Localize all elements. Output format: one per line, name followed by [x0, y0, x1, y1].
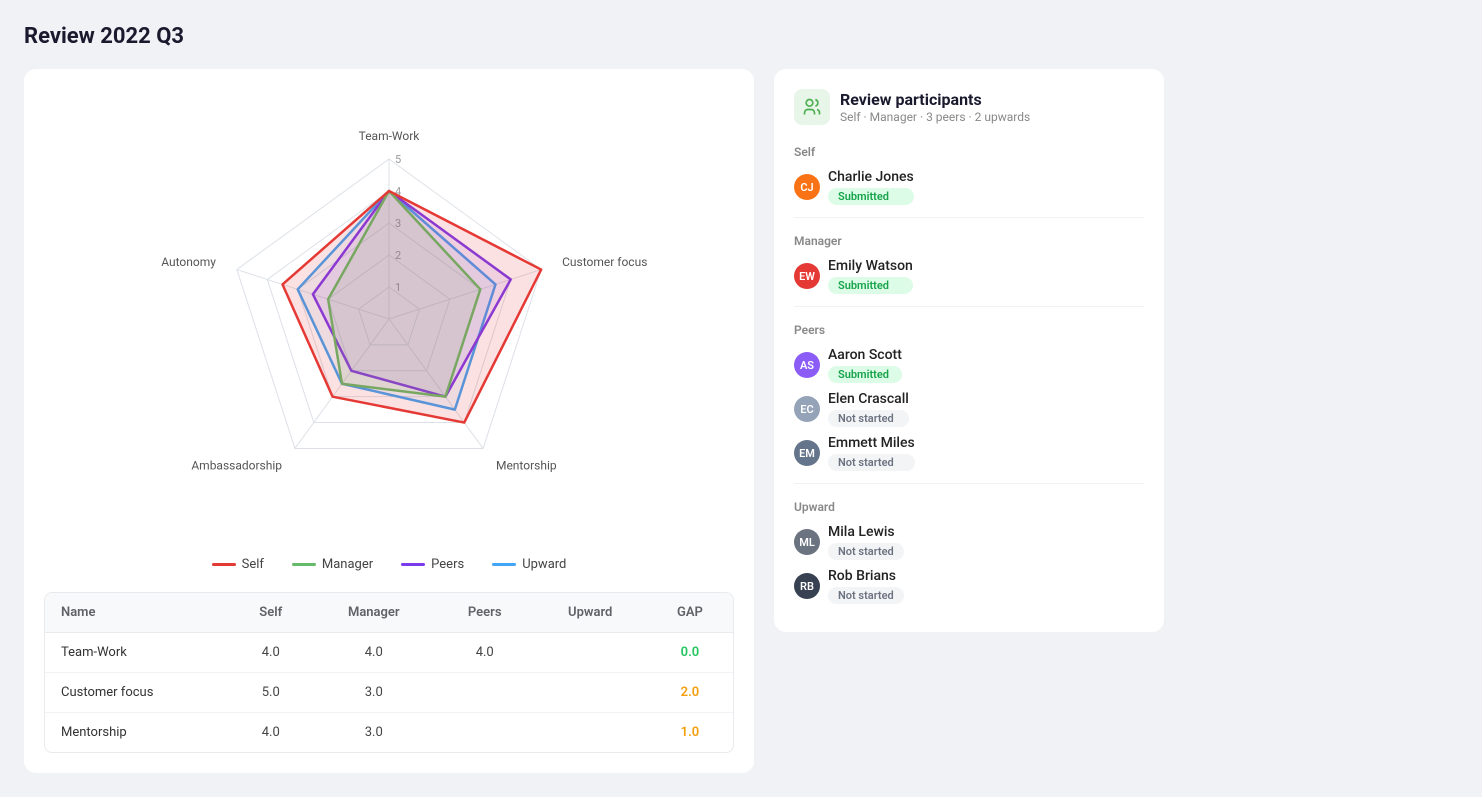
legend-item-manager: Manager [292, 557, 373, 572]
chart-legend: Self Manager Peers Upward [44, 557, 734, 572]
col-name: Name [45, 593, 230, 633]
participant-name: Emmett Miles [828, 435, 915, 451]
right-panel: Review participants Self · Manager · 3 p… [774, 69, 1164, 632]
col-self: Self [230, 593, 312, 633]
section-label-manager: Manager [794, 234, 1144, 248]
col-peers: Peers [436, 593, 534, 633]
scores-table-section: Name Self Manager Peers Upward GAP Team-… [44, 592, 734, 753]
avatar: EC [794, 396, 820, 422]
participant-name: Mila Lewis [828, 524, 904, 540]
left-panel: 12345Team-WorkCustomer focusMentorshipAm… [24, 69, 754, 773]
cell-gap: 2.0 [647, 673, 733, 713]
participants-sections: Self CJ Charlie Jones Submitted Manager … [794, 145, 1144, 604]
participant-row: EM Emmett Miles Not started [794, 435, 1144, 471]
section-label-self: Self [794, 145, 1144, 159]
table-row: Team-Work 4.0 4.0 4.0 0.0 [45, 633, 733, 673]
col-upward: Upward [533, 593, 646, 633]
legend-line-peers [401, 563, 425, 566]
section-label-peers: Peers [794, 323, 1144, 337]
section-divider [794, 217, 1144, 218]
cell-name: Customer focus [45, 673, 230, 713]
cell-upward [533, 633, 646, 673]
section-divider [794, 483, 1144, 484]
cell-manager: 3.0 [312, 713, 436, 753]
legend-line-manager [292, 563, 316, 566]
section-divider [794, 306, 1144, 307]
avatar: EM [794, 440, 820, 466]
svg-text:5: 5 [395, 153, 401, 166]
cell-gap: 1.0 [647, 713, 733, 753]
legend-label-peers: Peers [431, 557, 464, 572]
participant-name: Rob Brians [828, 568, 904, 584]
cell-upward [533, 673, 646, 713]
legend-line-self [212, 563, 236, 566]
svg-text:Ambassadorship: Ambassadorship [191, 458, 282, 472]
col-gap: GAP [647, 593, 733, 633]
legend-item-peers: Peers [401, 557, 464, 572]
svg-text:Mentorship: Mentorship [496, 458, 557, 472]
avatar: CJ [794, 174, 820, 200]
participant-name: Emily Watson [828, 258, 913, 274]
legend-label-upward: Upward [522, 557, 566, 572]
participants-subtitle: Self · Manager · 3 peers · 2 upwards [840, 110, 1030, 124]
section-label-upward: Upward [794, 500, 1144, 514]
legend-label-self: Self [242, 557, 264, 572]
status-badge: Not started [828, 543, 904, 560]
radar-chart-container: 12345Team-WorkCustomer focusMentorshipAm… [44, 89, 734, 549]
cell-name: Team-Work [45, 633, 230, 673]
cell-name: Mentorship [45, 713, 230, 753]
participant-row: ML Mila Lewis Not started [794, 524, 1144, 560]
status-badge: Submitted [828, 188, 914, 205]
participant-row: AS Aaron Scott Submitted [794, 347, 1144, 383]
participant-name: Elen Crascall [828, 391, 909, 407]
col-manager: Manager [312, 593, 436, 633]
table-header-row: Name Self Manager Peers Upward GAP [45, 593, 733, 633]
avatar: RB [794, 573, 820, 599]
svg-text:Team-Work: Team-Work [359, 129, 421, 143]
status-badge: Submitted [828, 366, 902, 383]
participant-name: Charlie Jones [828, 169, 914, 185]
participants-title: Review participants [840, 90, 1030, 109]
cell-peers [436, 673, 534, 713]
participant-name: Aaron Scott [828, 347, 902, 363]
avatar: EW [794, 263, 820, 289]
cell-self: 5.0 [230, 673, 312, 713]
cell-peers: 4.0 [436, 633, 534, 673]
svg-text:Autonomy: Autonomy [161, 255, 216, 269]
participant-row: EW Emily Watson Submitted [794, 258, 1144, 294]
avatar: AS [794, 352, 820, 378]
participant-row: RB Rob Brians Not started [794, 568, 1144, 604]
participants-header: Review participants Self · Manager · 3 p… [794, 89, 1144, 125]
legend-item-upward: Upward [492, 557, 566, 572]
svg-text:Customer focus: Customer focus [562, 255, 647, 269]
scores-table: Name Self Manager Peers Upward GAP Team-… [45, 593, 733, 752]
legend-label-manager: Manager [322, 557, 373, 572]
main-layout: 12345Team-WorkCustomer focusMentorshipAm… [24, 69, 1458, 773]
status-badge: Not started [828, 454, 915, 471]
cell-peers [436, 713, 534, 753]
avatar: ML [794, 529, 820, 555]
table-row: Mentorship 4.0 3.0 1.0 [45, 713, 733, 753]
status-badge: Not started [828, 587, 904, 604]
participant-row: EC Elen Crascall Not started [794, 391, 1144, 427]
participants-icon [794, 89, 830, 125]
cell-upward [533, 713, 646, 753]
table-row: Customer focus 5.0 3.0 2.0 [45, 673, 733, 713]
status-badge: Submitted [828, 277, 913, 294]
status-badge: Not started [828, 410, 909, 427]
cell-gap: 0.0 [647, 633, 733, 673]
legend-line-upward [492, 563, 516, 566]
legend-item-self: Self [212, 557, 264, 572]
cell-self: 4.0 [230, 633, 312, 673]
participant-row: CJ Charlie Jones Submitted [794, 169, 1144, 205]
cell-self: 4.0 [230, 713, 312, 753]
cell-manager: 4.0 [312, 633, 436, 673]
page-title: Review 2022 Q3 [24, 24, 1458, 49]
cell-manager: 3.0 [312, 673, 436, 713]
